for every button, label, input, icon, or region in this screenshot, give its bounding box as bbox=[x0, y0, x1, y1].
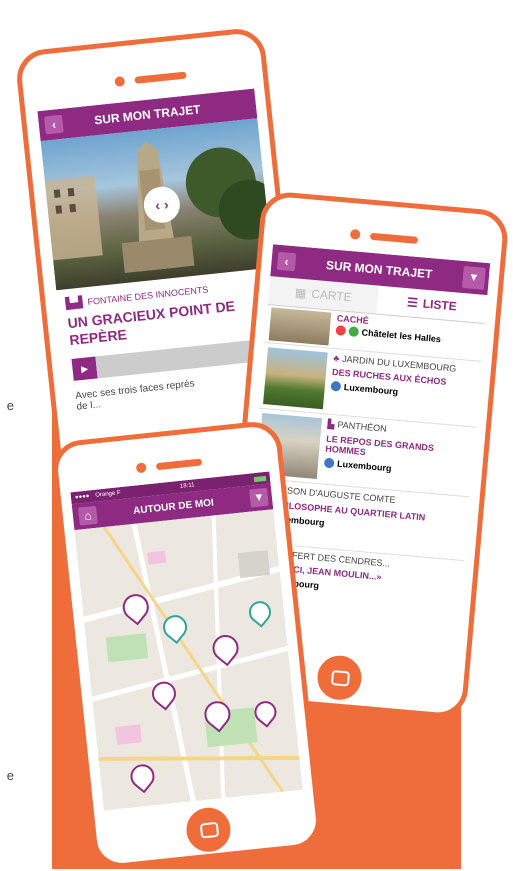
list-item-thumbnail bbox=[268, 307, 332, 346]
monument-icon: ▙ bbox=[327, 418, 335, 430]
camera-dot bbox=[114, 75, 126, 87]
fountain-photo: ‹ › bbox=[40, 118, 274, 291]
filter-icon[interactable]: ▼ bbox=[249, 487, 269, 508]
play-icon[interactable]: ▶ bbox=[71, 356, 98, 381]
list-item-place: PANTHÉON bbox=[337, 419, 388, 434]
list-item-station: Luxembourg bbox=[336, 458, 392, 474]
rer-line-icon bbox=[348, 326, 360, 338]
back-button[interactable]: ‹ bbox=[43, 114, 64, 135]
garden-icon: ♣ bbox=[332, 352, 340, 364]
phone-mockup-3: ●●●● Orange F 18:11 ⌂ AUTOUR DE MOI ▼ bbox=[50, 419, 324, 871]
list-item-station: Luxembourg bbox=[343, 382, 399, 397]
carrier-name: Orange F bbox=[95, 490, 121, 499]
signal-icon: ●●●● bbox=[74, 493, 90, 501]
map-icon: ▦ bbox=[294, 285, 307, 301]
filter-icon[interactable]: ▼ bbox=[461, 265, 486, 290]
speaker-slot bbox=[369, 232, 419, 244]
metro-line-icon bbox=[335, 325, 347, 336]
battery-icon bbox=[253, 475, 267, 482]
map-view[interactable] bbox=[74, 509, 303, 811]
monument-icon: ▙▟ bbox=[65, 296, 84, 311]
list-icon: ☰ bbox=[406, 295, 419, 311]
speaker-slot bbox=[155, 458, 203, 471]
home-button[interactable] bbox=[315, 653, 364, 702]
home-icon[interactable]: ⌂ bbox=[78, 505, 98, 526]
rer-line-icon bbox=[323, 457, 335, 469]
tab-carte-label: CARTE bbox=[310, 286, 353, 305]
back-button[interactable]: ‹ bbox=[276, 251, 297, 272]
header-title: SUR MON TRAJET bbox=[325, 257, 433, 282]
side-text-fragment: e bbox=[6, 398, 14, 413]
list-item-thumbnail bbox=[263, 347, 328, 410]
rer-line-icon bbox=[330, 380, 342, 392]
map-streets bbox=[83, 515, 300, 802]
camera-dot bbox=[349, 228, 361, 240]
camera-dot bbox=[135, 462, 147, 474]
home-button[interactable] bbox=[184, 805, 233, 854]
side-text-fragment: e bbox=[6, 768, 14, 783]
speaker-slot bbox=[134, 71, 187, 84]
tab-liste-label: LISTE bbox=[422, 296, 458, 314]
phone3-screen: ●●●● Orange F 18:11 ⌂ AUTOUR DE MOI ▼ bbox=[70, 471, 303, 811]
